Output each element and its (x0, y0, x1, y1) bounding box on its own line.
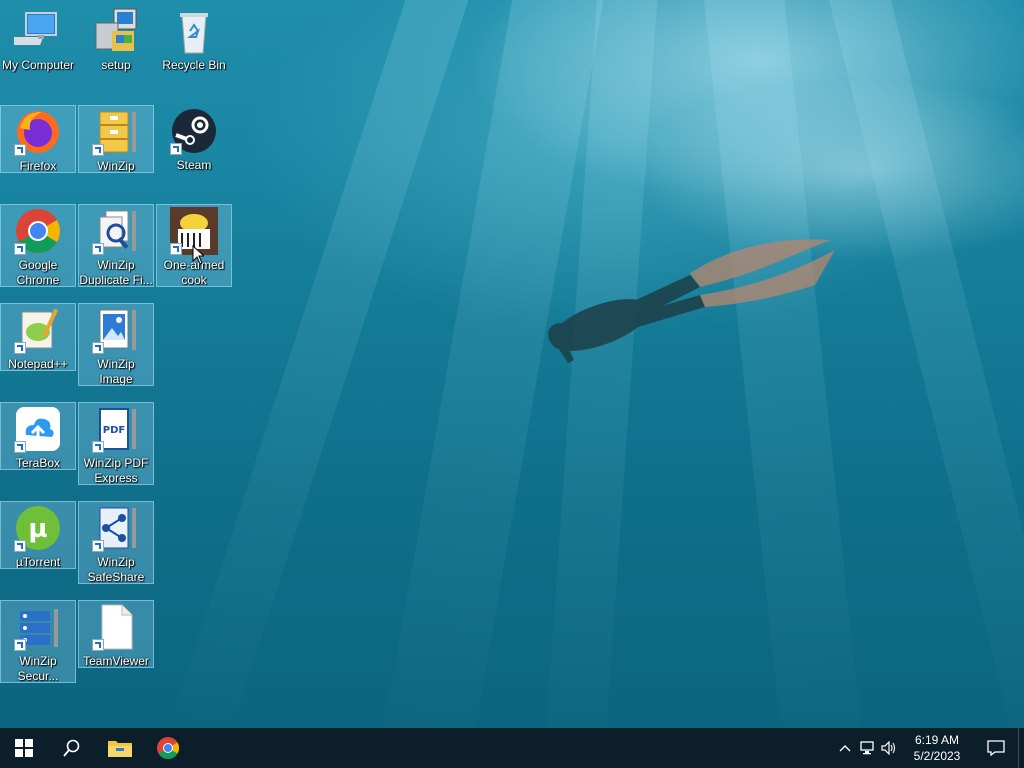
desktop-icon-winzip-pdf-express[interactable]: PDF WinZip PDF Express (78, 402, 154, 485)
network-icon[interactable] (856, 728, 878, 768)
taskbar: 6:19 AM 5/2/2023 (0, 728, 1024, 768)
desktop-icon-winzip[interactable]: WinZip (78, 105, 154, 173)
desktop-icon-label: WinZip Secur... (17, 654, 59, 682)
svg-text:µ: µ (28, 514, 47, 544)
desktop-icon-label: TeamViewer (83, 654, 149, 667)
desktop-icon-label: WinZip Duplicate Fi... (79, 258, 153, 286)
search-button[interactable] (48, 728, 96, 768)
desktop-icon-label: WinZip Image Manager (97, 357, 135, 385)
desktop-icon-label: WinZip PDF Express (83, 456, 149, 484)
desktop-icon-label: setup (101, 58, 131, 72)
desktop-icon-steam[interactable]: Steam (156, 105, 232, 173)
action-center-button[interactable] (974, 728, 1018, 768)
shortcut-arrow-icon (92, 540, 104, 552)
chrome-icon (157, 737, 179, 759)
file-explorer-button[interactable] (96, 728, 144, 768)
desktop-icon-label: Google Chrome (16, 258, 60, 286)
light-ray (820, 0, 1024, 728)
shortcut-arrow-icon (14, 144, 26, 156)
shortcut-arrow-icon (92, 144, 104, 156)
winzip-secure-icon (14, 603, 62, 651)
desktop-icon-winzip-safeshare[interactable]: WinZip SafeShare (78, 501, 154, 584)
desktop-icon-winzip-duplicate-finder[interactable]: WinZip Duplicate Fi... (78, 204, 154, 287)
blank-document-icon (92, 603, 140, 651)
share-icon (92, 504, 140, 552)
shortcut-arrow-icon (92, 342, 104, 354)
desktop-icon-google-chrome[interactable]: Google Chrome (0, 204, 76, 287)
shortcut-arrow-icon (92, 639, 104, 651)
desktop-icon-recycle-bin[interactable]: Recycle Bin (156, 5, 232, 73)
clock-date: 5/2/2023 (913, 749, 961, 763)
desktop-icon-setup[interactable]: setup (78, 5, 154, 73)
notification-icon (987, 740, 1005, 756)
chevron-up-icon[interactable] (834, 728, 856, 768)
winzip-duplicate-finder-icon (92, 207, 140, 255)
shortcut-arrow-icon (170, 143, 182, 155)
shortcut-arrow-icon (14, 342, 26, 354)
windows-start-icon (15, 739, 33, 757)
system-tray: 6:19 AM 5/2/2023 (834, 728, 1024, 768)
chrome-taskbar-button[interactable] (144, 728, 192, 768)
desktop-icon-utorrent[interactable]: µ µTorrent (0, 501, 76, 569)
search-icon (63, 739, 80, 757)
shortcut-arrow-icon (92, 441, 104, 453)
shortcut-arrow-icon (92, 243, 104, 255)
file-explorer-icon (108, 741, 132, 757)
shortcut-arrow-icon (14, 639, 26, 651)
desktop-icon-label: Firefox (19, 159, 57, 172)
notepad-plus-plus-icon (14, 306, 62, 354)
setup-icon (92, 7, 140, 55)
computer-icon (6, 7, 62, 55)
mouse-cursor-icon (192, 245, 204, 265)
recycle-bin-icon (170, 7, 218, 55)
show-desktop-button[interactable] (1018, 728, 1024, 768)
desktop-icon-label: Steam (176, 158, 212, 172)
desktop-icon-winzip-image-manager[interactable]: WinZip Image Manager (78, 303, 154, 386)
desktop-icon-terabox[interactable]: TeraBox (0, 402, 76, 470)
shortcut-arrow-icon (170, 243, 182, 255)
terabox-icon (14, 405, 62, 453)
winzip-icon (92, 108, 140, 156)
desktop-icon-firefox[interactable]: Firefox (0, 105, 76, 173)
firefox-icon (14, 108, 62, 156)
pdf-icon: PDF (92, 405, 140, 453)
svg-text:PDF: PDF (103, 425, 125, 436)
shortcut-arrow-icon (14, 441, 26, 453)
winzip-image-manager-icon (92, 306, 140, 354)
desktop-icon-label: µTorrent (15, 555, 61, 568)
utorrent-icon: µ (14, 504, 62, 552)
desktop-icon-label: Notepad++ (8, 357, 68, 370)
shortcut-arrow-icon (14, 540, 26, 552)
desktop-icon-label: Recycle Bin (162, 58, 226, 72)
desktop-icon-label: WinZip (97, 159, 135, 172)
desktop-icon-winzip-secure[interactable]: WinZip Secur... (0, 600, 76, 683)
chrome-icon (14, 207, 62, 255)
taskbar-clock[interactable]: 6:19 AM 5/2/2023 (906, 732, 968, 764)
shortcut-arrow-icon (14, 243, 26, 255)
wallpaper-diver (548, 239, 835, 363)
desktop-icon-notepad-plus-plus[interactable]: Notepad++ (0, 303, 76, 371)
start-button[interactable] (0, 728, 48, 768)
desktop-icon-label: TeraBox (15, 456, 61, 469)
steam-icon (170, 107, 218, 155)
clock-time: 6:19 AM (914, 733, 960, 747)
desktop-icon-teamviewer[interactable]: TeamViewer (78, 600, 154, 668)
desktop-icon-label: My Computer (1, 58, 75, 72)
desktop-icon-label: WinZip SafeShare (87, 555, 145, 583)
desktop[interactable]: My Computer Firefox Google Chrome Notepa… (0, 0, 1024, 728)
desktop-icon-my-computer[interactable]: My Computer (0, 5, 76, 73)
volume-icon[interactable] (878, 728, 900, 768)
